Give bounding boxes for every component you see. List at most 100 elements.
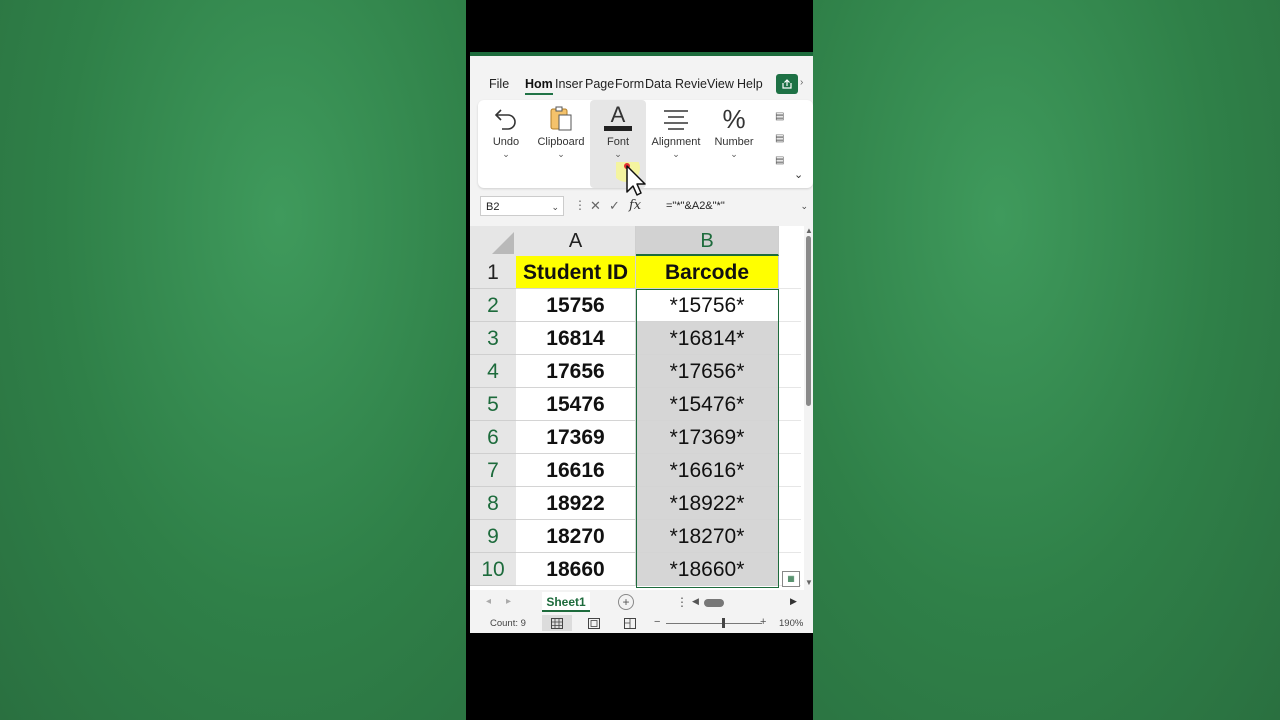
tab-page-layout[interactable]: Page bbox=[585, 77, 614, 91]
cell-student-id[interactable]: 17369 bbox=[516, 421, 636, 454]
scroll-right-icon[interactable]: ▶ bbox=[790, 596, 797, 607]
select-all-corner[interactable] bbox=[470, 226, 516, 256]
ribbon-tabs: File Hom Inser Page Form Data Revie View… bbox=[470, 74, 813, 96]
cell-student-id[interactable]: 18922 bbox=[516, 487, 636, 520]
cell-empty[interactable] bbox=[779, 388, 801, 421]
scroll-down-icon[interactable]: ▼ bbox=[805, 578, 813, 587]
font-color-bar bbox=[604, 126, 632, 131]
header-cell-student-id[interactable]: Student ID bbox=[516, 256, 636, 289]
formula-bar: B2 ⌄ ⋮ ✕ ✓ fx ="*"&A2&"*" ⌄ bbox=[478, 196, 813, 218]
cell-student-id[interactable]: 16814 bbox=[516, 322, 636, 355]
cell-student-id[interactable]: 17656 bbox=[516, 355, 636, 388]
insert-function-button[interactable]: fx bbox=[629, 198, 641, 213]
row-header[interactable]: 3 bbox=[470, 322, 516, 355]
undo-label: Undo bbox=[492, 136, 520, 148]
zoom-slider-knob[interactable] bbox=[722, 618, 725, 628]
row-header[interactable]: 7 bbox=[470, 454, 516, 487]
undo-button[interactable]: Undo ⌄ bbox=[478, 100, 534, 188]
row-header[interactable]: 1 bbox=[470, 256, 516, 289]
align-icon bbox=[646, 104, 706, 134]
quick-analysis-icon[interactable]: ▦ bbox=[782, 571, 800, 587]
zoom-out-button[interactable]: − bbox=[654, 616, 660, 628]
column-header-a[interactable]: A bbox=[516, 226, 636, 256]
cell-barcode[interactable]: *17656* bbox=[636, 355, 779, 388]
cell-student-id[interactable]: 18270 bbox=[516, 520, 636, 553]
cell-barcode[interactable]: *16814* bbox=[636, 322, 779, 355]
enter-check-icon[interactable]: ✓ bbox=[609, 198, 620, 214]
vertical-scrollbar[interactable]: ▲ ▼ bbox=[804, 226, 813, 590]
cell-empty[interactable] bbox=[779, 322, 801, 355]
cell-student-id[interactable]: 15756 bbox=[516, 289, 636, 322]
cell-barcode[interactable]: *16616* bbox=[636, 454, 779, 487]
chevron-down-icon: ⌄ bbox=[557, 149, 565, 159]
number-button[interactable]: % Number ⌄ bbox=[706, 100, 762, 188]
add-sheet-button[interactable]: + bbox=[618, 594, 634, 610]
ribbon-more-icon[interactable]: ▤ ▤ ▤ bbox=[775, 106, 789, 166]
sheet-next-icon[interactable]: ▸ bbox=[506, 596, 511, 607]
vertical-scroll-thumb[interactable] bbox=[806, 236, 811, 406]
cell-empty[interactable] bbox=[779, 454, 801, 487]
row-header[interactable]: 5 bbox=[470, 388, 516, 421]
clipboard-button[interactable]: Clipboard ⌄ bbox=[533, 100, 589, 188]
tab-file[interactable]: File bbox=[489, 77, 509, 91]
row-header[interactable]: 8 bbox=[470, 487, 516, 520]
chevron-down-icon: ⌄ bbox=[551, 202, 559, 212]
font-label: Font bbox=[606, 136, 629, 148]
cell-student-id[interactable]: 15476 bbox=[516, 388, 636, 421]
tab-view[interactable]: View bbox=[707, 77, 734, 91]
share-button[interactable] bbox=[776, 74, 798, 94]
sheet-prev-icon[interactable]: ◂ bbox=[486, 596, 491, 607]
cell-barcode[interactable]: *18922* bbox=[636, 487, 779, 520]
cancel-icon[interactable]: ✕ bbox=[590, 198, 601, 214]
tab-home[interactable]: Hom bbox=[525, 77, 553, 95]
more-options-icon[interactable]: ⋮ bbox=[574, 198, 586, 212]
tab-review[interactable]: Revie bbox=[675, 77, 707, 91]
scroll-up-icon[interactable]: ▲ bbox=[805, 226, 813, 235]
tab-insert[interactable]: Inser bbox=[555, 77, 583, 91]
background-right bbox=[813, 0, 1280, 720]
cell-empty[interactable] bbox=[779, 421, 801, 454]
tab-formulas[interactable]: Form bbox=[615, 77, 644, 91]
grid-view-icon bbox=[551, 618, 563, 629]
sheet-tabs-bar: ◂ ▸ Sheet1 + ⋮ ◀ ▶ bbox=[470, 592, 813, 614]
sheet-tab[interactable]: Sheet1 bbox=[542, 592, 590, 612]
normal-view-button[interactable] bbox=[542, 615, 572, 631]
zoom-slider[interactable] bbox=[666, 623, 762, 624]
cell-barcode[interactable]: *15756* bbox=[636, 289, 779, 322]
cell-student-id[interactable]: 18660 bbox=[516, 553, 636, 586]
chevron-down-icon: ⌄ bbox=[502, 149, 510, 159]
row-header[interactable]: 9 bbox=[470, 520, 516, 553]
horizontal-scroll-thumb[interactable] bbox=[704, 599, 724, 607]
page-break-view-button[interactable] bbox=[615, 615, 645, 631]
more-options-icon[interactable]: ⋮ bbox=[676, 595, 688, 609]
cell-student-id[interactable]: 16616 bbox=[516, 454, 636, 487]
tab-help[interactable]: Help bbox=[737, 77, 763, 91]
cell-empty[interactable] bbox=[779, 289, 801, 322]
column-header-b[interactable]: B bbox=[636, 226, 779, 256]
status-bar: Count: 9 − + 190% bbox=[470, 614, 813, 633]
tab-data[interactable]: Data bbox=[645, 77, 671, 91]
scroll-left-icon[interactable]: ◀ bbox=[692, 596, 699, 607]
chevron-down-icon: ⌄ bbox=[800, 201, 808, 211]
worksheet-grid[interactable]: A B 1 Student ID Barcode 2 15756 *15756* 3 1681… bbox=[470, 226, 813, 590]
cell-empty[interactable] bbox=[779, 355, 801, 388]
row-header[interactable]: 10 bbox=[470, 553, 516, 586]
cell-empty[interactable] bbox=[779, 487, 801, 520]
cell-barcode[interactable]: *18660* bbox=[636, 553, 779, 586]
header-cell-barcode[interactable]: Barcode bbox=[636, 256, 779, 289]
tabs-scroll-right-icon[interactable]: › bbox=[800, 77, 803, 88]
formula-input[interactable]: ="*"&A2&"*" ⌄ bbox=[660, 196, 810, 216]
row-header[interactable]: 2 bbox=[470, 289, 516, 322]
zoom-level[interactable]: 190% bbox=[779, 618, 803, 629]
row-header[interactable]: 4 bbox=[470, 355, 516, 388]
cell-empty[interactable] bbox=[779, 256, 801, 289]
page-layout-view-button[interactable] bbox=[579, 615, 609, 631]
name-box[interactable]: B2 ⌄ bbox=[480, 196, 564, 216]
cell-barcode[interactable]: *18270* bbox=[636, 520, 779, 553]
cell-empty[interactable] bbox=[779, 520, 801, 553]
ribbon-expand-chevron-icon[interactable]: ⌄ bbox=[794, 168, 803, 181]
cell-barcode[interactable]: *15476* bbox=[636, 388, 779, 421]
row-header[interactable]: 6 bbox=[470, 421, 516, 454]
cell-barcode[interactable]: *17369* bbox=[636, 421, 779, 454]
zoom-in-button[interactable]: + bbox=[760, 616, 766, 628]
